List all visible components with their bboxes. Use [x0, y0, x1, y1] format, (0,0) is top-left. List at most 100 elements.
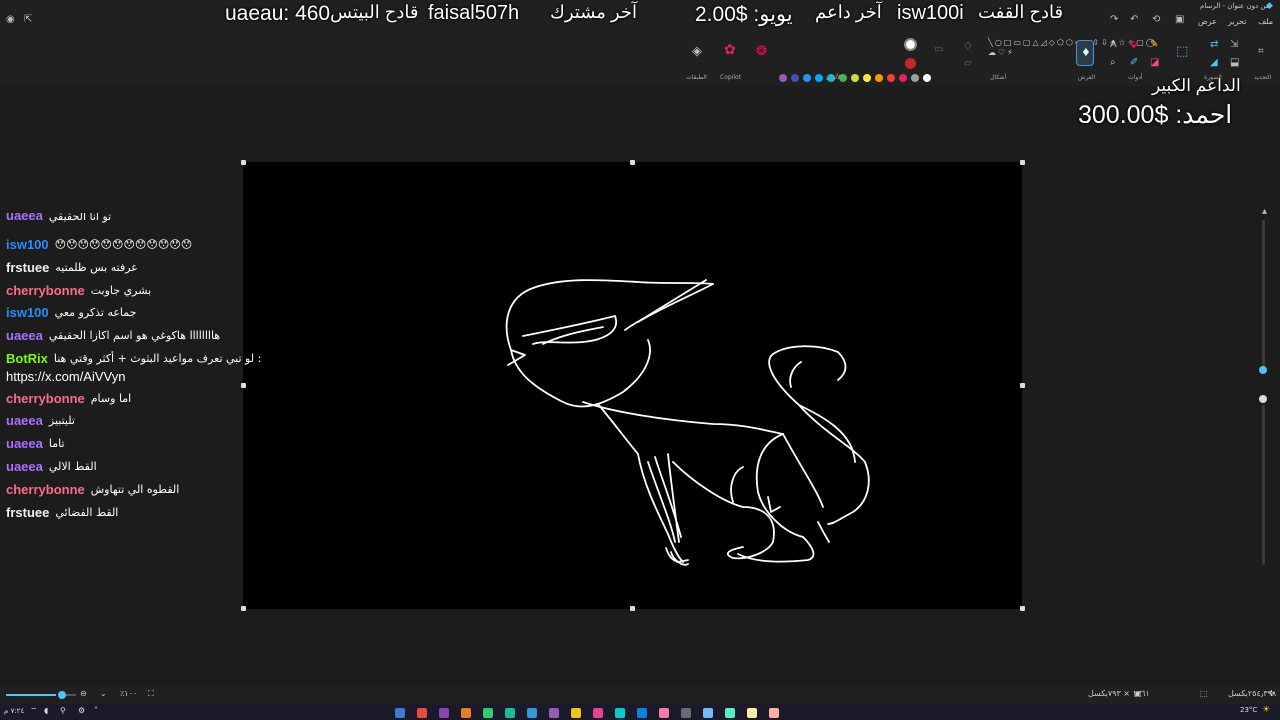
bits-value: uaeau: 460 [225, 2, 331, 25]
zoom-level[interactable]: ٪١٠٠ [120, 689, 137, 698]
chat-text: تاما [48, 436, 65, 450]
brushes-label: الفرش [1078, 74, 1096, 81]
taskbar-app-icon[interactable] [417, 708, 427, 718]
resize-handle[interactable] [1020, 160, 1025, 165]
tray-chevron-icon[interactable]: ˄ [94, 706, 98, 715]
taskbar-app-icon[interactable] [461, 708, 471, 718]
menu-edit[interactable]: تحرير [1228, 17, 1246, 26]
chat-username: cherrybonne [6, 481, 85, 497]
chat-username: isw100 [6, 304, 49, 320]
color-wheel-icon[interactable]: ❂ [756, 45, 767, 58]
magnifier-icon[interactable]: ⌕ [1110, 57, 1116, 69]
scroll-thumb[interactable] [1259, 366, 1267, 374]
color-swatch[interactable] [875, 74, 883, 82]
taskbar-app-icon[interactable] [483, 708, 493, 718]
window-menu-icon[interactable]: ◉ [6, 14, 15, 26]
taskbar-app-icon[interactable] [395, 708, 405, 718]
network-icon[interactable]: ⌔ [30, 706, 38, 716]
weather[interactable]: 23°C [1240, 706, 1257, 714]
taskbar-app-icon[interactable] [703, 708, 713, 718]
pencil-tool-icon[interactable]: ✎ [1150, 39, 1158, 51]
layer-slider-thumb[interactable] [1259, 395, 1267, 403]
color-swatch[interactable] [791, 74, 799, 82]
resize-handle[interactable] [630, 160, 635, 165]
menu-file[interactable]: ملف [1258, 17, 1273, 26]
copilot-icon[interactable]: ✿ [724, 43, 736, 57]
taskbar-app-icon[interactable] [725, 708, 735, 718]
zoom-dropdown-icon[interactable]: ⌄ [100, 689, 107, 698]
taskbar-app-icon[interactable] [681, 708, 691, 718]
shapes-gallery[interactable]: ╲○□▭▢△◿◇⬠⬡⇨⇦⇧⇩✦☆✧▢◯☁♡⚡ [988, 38, 1155, 58]
color-swatch[interactable] [899, 74, 907, 82]
resize-handle[interactable] [1020, 383, 1025, 388]
zoom-slider-thumb[interactable] [58, 691, 66, 699]
save-icon[interactable]: ▣ [1175, 14, 1184, 26]
fit-icon[interactable]: ⛶ [148, 689, 154, 699]
resize-handle[interactable] [241, 606, 246, 611]
settings-icon[interactable]: ⚙ [78, 706, 85, 715]
drawing-canvas[interactable] [243, 162, 1022, 609]
taskbar-app-icon[interactable] [439, 708, 449, 718]
resize-icon[interactable]: ⇲ [1230, 39, 1238, 51]
resize-handle[interactable] [630, 606, 635, 611]
resize-handle[interactable] [241, 383, 246, 388]
menu-view[interactable]: عرض [1198, 17, 1217, 26]
selection-icon[interactable]: ⬚ [1176, 45, 1188, 58]
color-swatch[interactable] [779, 74, 787, 82]
share-icon[interactable]: ⇱ [24, 14, 32, 26]
color-swatch[interactable] [851, 74, 859, 82]
chat-username: uaeea [6, 412, 43, 428]
secondary-color[interactable] [905, 58, 916, 69]
rotate-icon[interactable]: ◢ [1210, 57, 1218, 69]
eraser-icon[interactable]: ◪ [1150, 57, 1159, 69]
scroll-up-icon[interactable]: ▴ [1262, 206, 1267, 218]
taskbar-app-icon[interactable] [571, 708, 581, 718]
color-swatch[interactable] [863, 74, 871, 82]
redo-icon[interactable]: ↷ [1110, 14, 1118, 26]
chat-message: frstuee القط الفضائي [6, 502, 118, 522]
weather-icon[interactable]: ☀ [1262, 705, 1270, 715]
taskbar-app-icon[interactable] [637, 708, 647, 718]
color-swatch[interactable] [887, 74, 895, 82]
background-removal-icon[interactable]: ⌗ [1258, 46, 1264, 58]
taskbar-app-icon[interactable] [659, 708, 669, 718]
chat-text: اما وسام [90, 391, 132, 405]
mic-icon[interactable]: ⚲ [60, 706, 66, 715]
color-swatch[interactable] [923, 74, 931, 82]
color-swatch[interactable] [815, 74, 823, 82]
shape-fill-icon[interactable]: ◇ [964, 40, 972, 52]
layer-slider[interactable] [1262, 405, 1265, 565]
taskbar-app-icon[interactable] [527, 708, 537, 718]
resize-handle[interactable] [1020, 606, 1025, 611]
taskbar-app-icon[interactable] [615, 708, 625, 718]
clock[interactable]: ٧:٢٤ م [4, 707, 24, 715]
layers-icon[interactable]: ◈ [692, 45, 702, 58]
undo-icon[interactable]: ↶ [1130, 14, 1138, 26]
taskbar-app-icon[interactable] [549, 708, 559, 718]
zoom-track [66, 694, 76, 696]
zoom-slider[interactable] [6, 694, 56, 696]
chat-message: uaeea هاااااااا هاكوغي هو اسم اكازا الحقي… [6, 325, 220, 345]
flip-icon[interactable]: ⬓ [1230, 57, 1239, 69]
outline-icon[interactable]: ▭ [934, 44, 943, 56]
shape-outline-icon[interactable]: ▱ [964, 58, 972, 70]
text-tool-icon[interactable]: A [1110, 39, 1117, 51]
taskbar-app-icon[interactable] [769, 708, 779, 718]
zoom-out-icon[interactable]: ⊖ [80, 689, 87, 698]
brushes-button[interactable]: ♦ [1076, 40, 1094, 66]
primary-color[interactable] [904, 38, 917, 51]
chat-link[interactable]: https://x.com/AiVVyn [6, 366, 125, 386]
taskbar-app-icon[interactable] [505, 708, 515, 718]
fill-tool-icon[interactable]: ⬙ [1130, 39, 1138, 51]
chat-username: frstuee [6, 504, 50, 520]
resize-handle[interactable] [241, 160, 246, 165]
color-swatch[interactable] [911, 74, 919, 82]
crop-icon[interactable]: ⇄ [1210, 39, 1218, 51]
history-icon[interactable]: ⟲ [1152, 14, 1160, 26]
taskbar-app-icon[interactable] [747, 708, 757, 718]
color-picker-icon[interactable]: ✐ [1130, 57, 1138, 69]
vertical-scrollbar[interactable] [1262, 220, 1265, 370]
taskbar-app-icon[interactable] [593, 708, 603, 718]
volume-icon[interactable]: ◖ [44, 706, 48, 715]
color-swatch[interactable] [803, 74, 811, 82]
